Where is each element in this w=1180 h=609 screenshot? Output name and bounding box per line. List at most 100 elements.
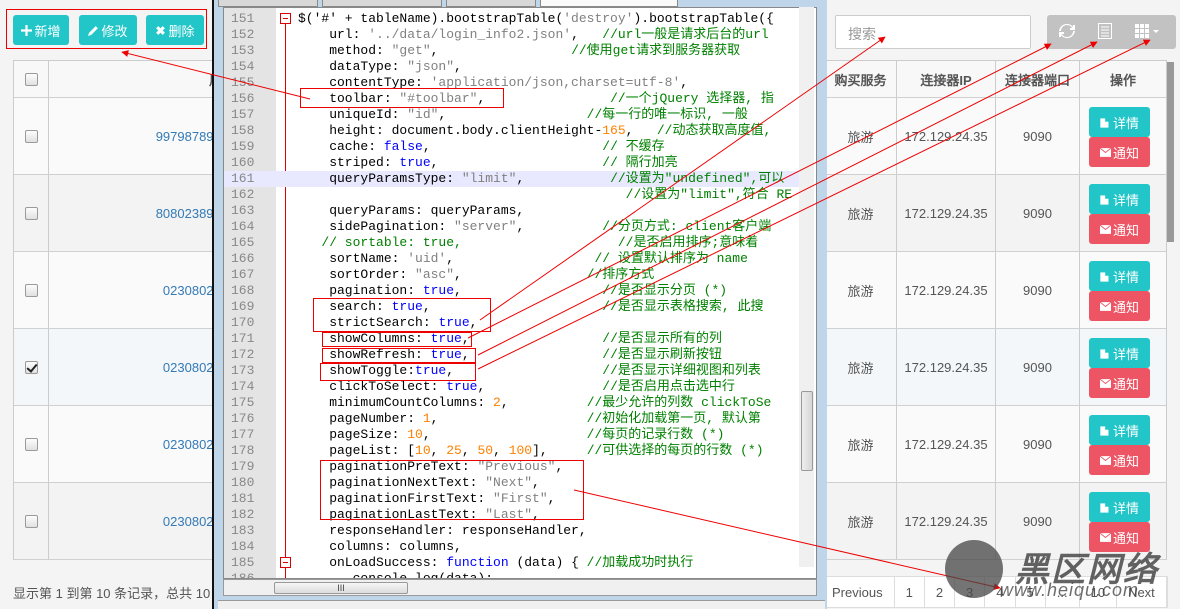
code-line[interactable]: 161 queryParamsType: "limit", //设置为"unde… [224,171,804,187]
select-all-cell[interactable] [14,61,49,97]
detail-button[interactable]: 详情 [1089,338,1150,368]
editor-horizontal-scrollbar[interactable]: III [223,579,817,596]
line-number: 185 [231,555,255,570]
checkbox-cell[interactable] [14,329,49,405]
code-line[interactable]: 170 strictSearch: true, [224,315,804,331]
editor-tab[interactable] [218,0,318,7]
code-line[interactable]: 174 clickToSelect: true, //是否启用点击选中行 [224,379,804,395]
code-line[interactable]: 169 search: true, //是否显示表格搜索, 此搜 [224,299,804,315]
code-line[interactable]: 167 sortOrder: "asc", //排序方式 [224,267,804,283]
code-line[interactable]: 175 minimumCountColumns: 2, //最少允许的列数 cl… [224,395,804,411]
detail-button[interactable]: 详情 [1089,415,1150,445]
row-checkbox[interactable] [24,514,38,528]
code-line[interactable]: 186 console.log(data); [224,571,804,578]
header-service[interactable]: 购买服务 [825,61,897,97]
row-checkbox[interactable] [24,437,38,451]
search-input[interactable]: 搜索 [835,15,1031,49]
checkbox-cell[interactable] [14,483,49,559]
row-checkbox[interactable] [24,206,38,220]
code-token: (data) { [508,555,587,570]
code-line[interactable]: 153 method: "get", //使用get请求到服务器获取 [224,43,804,59]
code-token: //是否显示表格搜索, 此搜 [602,299,764,314]
editor-tab[interactable] [322,0,442,7]
code-token: // sortable: true, [298,235,462,250]
code-line[interactable]: 177 pageSize: 10, //每页的记录行数 (*) [224,427,804,443]
code-line[interactable]: 166 sortName: 'uid', // 设置默认排序为 name [224,251,804,267]
detail-label: 详情 [1112,500,1139,516]
annotation-box-showcolumns [322,332,472,347]
checkbox-cell[interactable] [14,406,49,482]
code-token: //是否启用排序;意味着 [617,235,759,250]
pagination-page[interactable]: 1 [895,577,925,607]
header-ip[interactable]: 连接器IP [897,61,996,97]
code-line[interactable]: 172 showRefresh: true, //是否显示刷新按钮 [224,347,804,363]
code-token: 10 [407,427,423,442]
ip-cell: 172.129.24.35 [897,98,996,174]
code-token: "asc" [415,267,455,282]
code-line[interactable]: 157 uniqueId: "id", //每一行的唯一标识, 一般 [224,107,804,123]
notify-button[interactable]: 通知 [1089,214,1150,244]
code-line[interactable]: 184 columns: columns, [224,539,804,555]
code-line[interactable]: 178 pageList: [10, 25, 50, 100], //可供选择的… [224,443,804,459]
editor-tab-active[interactable] [540,0,678,7]
row-checkbox[interactable] [24,129,38,143]
notify-button[interactable]: 通知 [1089,445,1150,475]
code-line[interactable]: 165 // sortable: true, //是否启用排序;意味着 [224,235,804,251]
row-checkbox[interactable] [24,283,38,297]
line-number: 174 [231,379,255,394]
code-line[interactable]: 160 striped: true, // 隔行加亮 [224,155,804,171]
code-line[interactable]: 154 dataType: "json", [224,59,804,75]
code-token: , [430,443,447,458]
checkbox-cell[interactable] [14,252,49,328]
line-number: 163 [231,203,255,218]
add-button[interactable]: 新增 [13,15,69,45]
detail-label: 详情 [1112,192,1139,208]
detail-button[interactable]: 详情 [1089,107,1150,137]
select-all-checkbox[interactable] [24,72,38,86]
row-checkbox[interactable] [24,360,38,374]
editor-vertical-scroll-thumb[interactable] [801,391,813,471]
notify-button[interactable]: 通知 [1089,368,1150,398]
code-line[interactable]: 151 $('#' + tableName).bootstrapTable('de… [224,11,804,27]
editor-vertical-scrollbar[interactable] [799,7,814,567]
line-number: 159 [231,139,255,154]
delete-button[interactable]: 删除 [146,15,204,45]
detail-button[interactable]: 详情 [1089,261,1150,291]
line-number: 165 [231,235,255,250]
table-scrollbar[interactable] [1167,62,1174,242]
edit-button[interactable]: 修改 [79,15,137,45]
editor-horizontal-scroll-thumb[interactable]: III [274,582,408,594]
notify-button[interactable]: 通知 [1089,137,1150,167]
add-label: 新增 [34,23,61,39]
list-toggle-icon[interactable] [1098,23,1112,44]
line-number: 155 [231,75,255,90]
pagination-previous[interactable]: Previous [821,577,895,607]
line-number: 166 [231,251,255,266]
code-token: , [430,43,572,58]
code-line[interactable]: 185 onLoadSuccess: function (data) { //加… [224,555,804,571]
code-text: cache: false, // 不缓存 [298,139,664,155]
detail-button[interactable]: 详情 [1089,492,1150,522]
columns-grid-icon[interactable] [1135,23,1163,44]
refresh-icon[interactable] [1059,23,1075,44]
editor-tab[interactable] [446,0,536,7]
code-line[interactable]: 173 showToggle:true, //是否显示详细视图和列表 [224,363,804,379]
code-line[interactable]: 152 url: '../data/login_info2.json', //u… [224,27,804,43]
code-line[interactable]: 171 showColumns: true, //是否显示所有的列 [224,331,804,347]
notify-button[interactable]: 通知 [1089,291,1150,321]
service-cell-text: 旅游 [847,514,874,530]
detail-button[interactable]: 详情 [1089,184,1150,214]
code-line[interactable]: 163 queryParams: queryParams, [224,203,804,219]
header-port[interactable]: 连接器端口 [996,61,1080,97]
code-line[interactable]: 183 responseHandler: responseHandler, [224,523,804,539]
checkbox-cell[interactable] [14,175,49,251]
code-line[interactable]: 164 sidePagination: "server", //分页方式: cl… [224,219,804,235]
code-line[interactable]: 168 pagination: true, //是否显示分页 (*) [224,283,804,299]
code-line[interactable]: 159 cache: false, // 不缓存 [224,139,804,155]
code-token: , [461,331,603,346]
code-line[interactable]: 158 height: document.body.clientHeight-1… [224,123,804,139]
checkbox-cell[interactable] [14,98,49,174]
code-line[interactable]: 162 //设置为"limit",符合 RE [224,187,804,203]
code-line[interactable]: 176 pageNumber: 1, //初始化加载第一页, 默认第 [224,411,804,427]
